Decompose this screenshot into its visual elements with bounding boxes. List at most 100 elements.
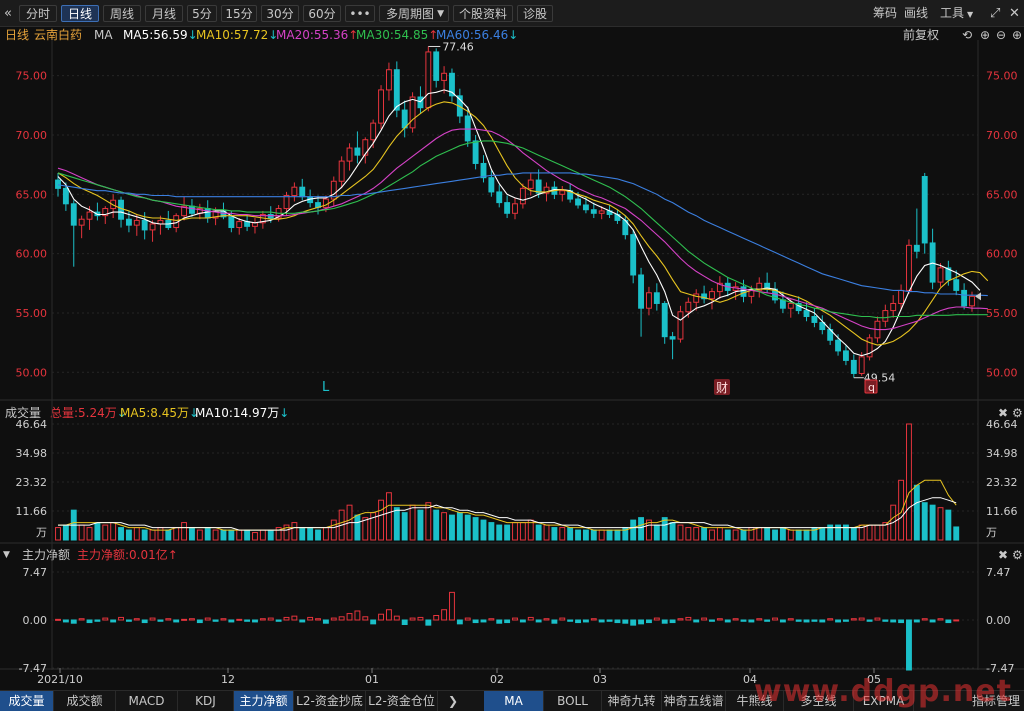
volume-bar: [685, 527, 692, 541]
volume-bar: [441, 512, 448, 541]
tab-volume[interactable]: 成交量: [0, 691, 54, 711]
candle-body: [811, 316, 818, 323]
volume-tick-right: 万: [986, 526, 997, 539]
flow-bar: [921, 618, 928, 621]
flow-bar: [338, 616, 345, 621]
flow-bar: [638, 619, 645, 625]
flow-bar: [890, 619, 897, 623]
flow-tick-left: 7.47: [23, 566, 48, 579]
candle-body: [86, 211, 93, 220]
volume-bar: [543, 524, 550, 541]
volume-bar: [819, 527, 826, 541]
candle-body: [385, 69, 392, 91]
y-tick-label-right: 55.00: [986, 307, 1018, 320]
y-tick-label-left: 60.00: [16, 248, 48, 261]
candle-body: [740, 286, 747, 297]
volume-bar: [236, 529, 243, 541]
x-tick-label: 2021/10: [37, 673, 83, 686]
candle-body: [393, 69, 400, 111]
tab-turnover[interactable]: 成交额: [54, 691, 116, 711]
flow-bar: [141, 619, 148, 624]
tab-macd[interactable]: MACD: [116, 691, 178, 711]
flow-bar: [70, 619, 77, 624]
volume-bar: [307, 527, 314, 541]
volume-tick-left: 23.32: [16, 476, 48, 489]
flow-bar: [362, 616, 369, 621]
flow-tick-right: 7.47: [986, 566, 1011, 579]
flow-bar: [527, 616, 534, 621]
volume-bar: [322, 527, 329, 541]
volume-bar: [551, 527, 558, 541]
volume-tick-left: 11.66: [16, 505, 48, 518]
volume-bar: [653, 524, 660, 541]
flow-bar: [291, 615, 298, 621]
flow-bar: [693, 619, 700, 623]
volume-bar: [716, 527, 723, 541]
volume-bar: [433, 509, 440, 541]
flow-bar: [953, 619, 960, 622]
scroll-right-icon[interactable]: ❯: [438, 691, 468, 711]
candle-body: [504, 202, 511, 214]
candle-body: [338, 160, 345, 182]
volume-tick-left: 万: [36, 526, 47, 539]
tab-magic-nine[interactable]: 神奇九转: [602, 691, 662, 711]
candle-body: [559, 190, 566, 195]
kline-chart[interactable]: 77.4649.54L 财 q 75.00 75.0070.00 70.0065.00 6…: [0, 0, 1024, 690]
flow-bar: [543, 618, 550, 621]
volume-bar: [567, 527, 574, 541]
flow-bar: [795, 619, 802, 622]
volume-bar: [456, 512, 463, 541]
event-marker-q: q: [868, 381, 875, 394]
volume-bar: [55, 527, 61, 541]
flow-bar: [110, 619, 117, 623]
flow-bar: [244, 619, 251, 622]
tab-magic-five-lines[interactable]: 神奇五线谱: [662, 691, 726, 711]
volume-bar: [772, 529, 778, 541]
tab-ma[interactable]: MA: [484, 691, 544, 711]
flow-bar: [267, 617, 274, 621]
flow-bar: [906, 619, 912, 671]
flow-bar: [701, 617, 708, 621]
candle-body: [228, 216, 235, 229]
volume-bar: [850, 527, 857, 541]
candle-body: [362, 139, 369, 156]
x-tick-label: 02: [490, 673, 504, 686]
volume-bar: [330, 519, 337, 541]
candle-body: [961, 289, 968, 307]
tab-l2-bottom-fishing[interactable]: L2-资金抄底: [294, 691, 366, 711]
candle-body: [378, 89, 384, 124]
volume-bar: [519, 522, 526, 541]
flow-bar: [385, 609, 392, 621]
candle-body: [141, 219, 148, 231]
y-tick-label-right: 50.00: [986, 366, 1018, 379]
candle-body: [953, 279, 960, 291]
volume-bar: [874, 524, 881, 541]
x-tick-label: 12: [221, 673, 235, 686]
flow-bar: [496, 619, 503, 624]
flow-bar: [669, 619, 676, 624]
flow-bar: [874, 617, 881, 621]
volume-bar: [575, 529, 581, 541]
flow-bar: [417, 616, 424, 621]
flow-bar: [512, 617, 518, 621]
tab-main-net-flow[interactable]: 主力净额: [234, 691, 294, 711]
volume-tick-left: 34.98: [16, 447, 48, 460]
tab-l2-position[interactable]: L2-资金仓位: [366, 691, 438, 711]
candle-body: [685, 301, 692, 313]
volume-bar: [189, 527, 195, 541]
flow-bar: [646, 619, 652, 624]
flow-bar: [835, 619, 841, 623]
candle-body: [787, 302, 794, 309]
volume-bar: [181, 522, 188, 541]
tab-kdj[interactable]: KDJ: [178, 691, 234, 711]
flow-bar: [228, 619, 235, 623]
flow-bar: [275, 619, 282, 622]
volume-ma-line-ma5: [58, 479, 957, 531]
flow-bar: [850, 618, 857, 621]
tab-boll[interactable]: BOLL: [544, 691, 602, 711]
flow-bar: [764, 619, 771, 622]
candle-body: [693, 293, 700, 303]
volume-bar: [118, 527, 124, 541]
event-marker-l: L: [322, 380, 330, 395]
candle-body: [803, 310, 810, 318]
